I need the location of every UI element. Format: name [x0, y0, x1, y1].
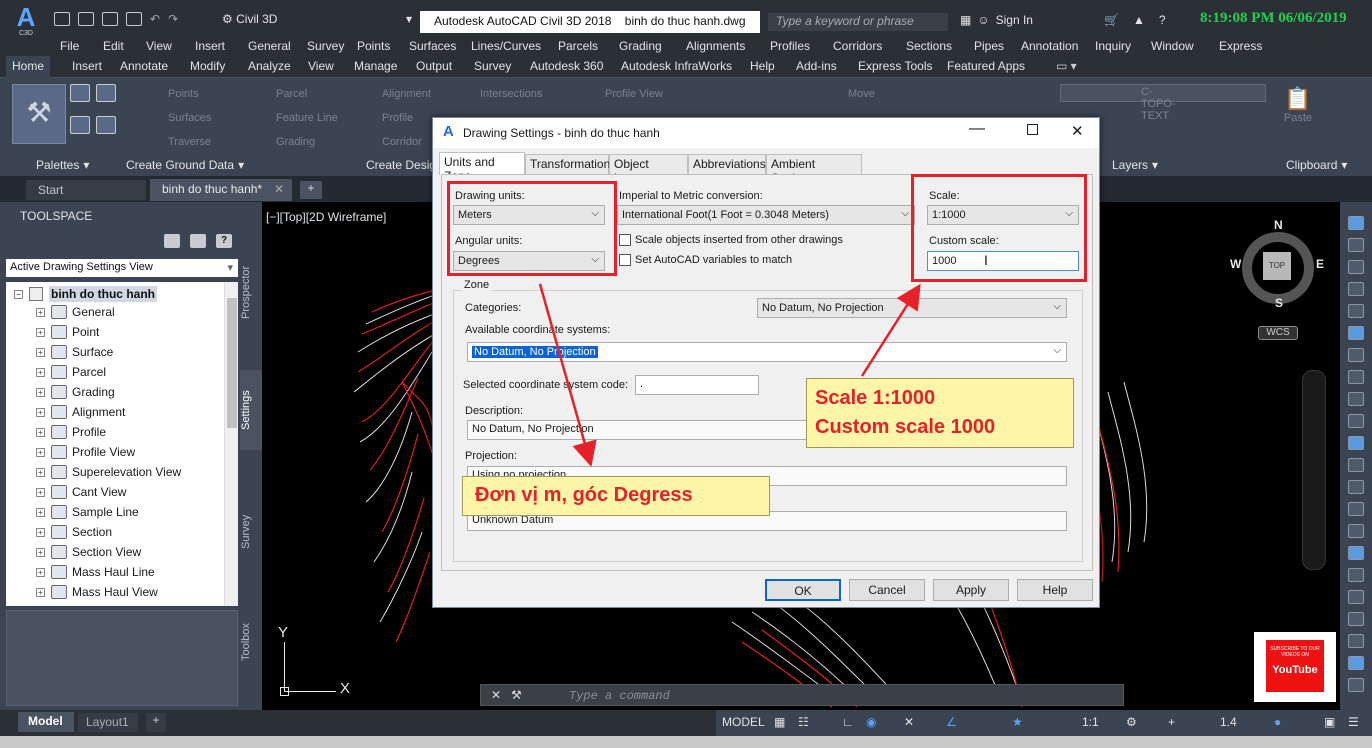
osnap-icon[interactable]: ✕	[904, 715, 914, 729]
units-callout: Đơn vị m, góc Degress	[462, 476, 770, 516]
taskbar	[0, 736, 1372, 748]
model-space-button[interactable]: MODEL	[722, 715, 765, 729]
scale-callout-line1: Scale 1:1000	[815, 387, 936, 409]
hardware-icon[interactable]: ●	[1274, 715, 1281, 729]
polar-icon[interactable]: ◉	[866, 715, 876, 729]
settings-icon[interactable]: ⚙	[1126, 715, 1137, 729]
tab-model[interactable]: Model	[18, 712, 74, 732]
ortho-icon[interactable]: ∟	[842, 715, 854, 729]
grid-icon[interactable]: ▦	[774, 715, 785, 729]
status-tools: MODEL ▦ ☷ ∟ ◉ ✕ ∠ ★ 1:1 ⚙ + 1.4 ● ▣ ☰	[716, 710, 1372, 736]
annotation-scale[interactable]: 1:1	[1082, 715, 1099, 729]
add-layout-button[interactable]: +	[146, 713, 166, 732]
scale-callout-line2: Custom scale 1000	[815, 416, 996, 438]
snap-icon[interactable]: ☷	[798, 715, 809, 729]
fullscreen-icon[interactable]: ▣	[1324, 715, 1335, 729]
arrow-units	[538, 283, 597, 467]
annotation-arrows	[538, 283, 921, 467]
tab-layout1[interactable]: Layout1	[78, 713, 138, 732]
plus-icon[interactable]: +	[1168, 715, 1175, 729]
lineweight-value[interactable]: 1.4	[1220, 715, 1237, 729]
annotation-scale-icon[interactable]: ★	[1012, 715, 1023, 729]
scale-callout: Scale 1:1000 Custom scale 1000	[806, 378, 1074, 448]
lineweight-icon[interactable]: ∠	[946, 715, 957, 729]
status-bar: Model Layout1 + MODEL ▦ ☷ ∟ ◉ ✕ ∠ ★ 1:1 …	[0, 710, 1372, 736]
arrow-scale	[860, 283, 921, 377]
menu-icon[interactable]: ☰	[1348, 715, 1359, 729]
